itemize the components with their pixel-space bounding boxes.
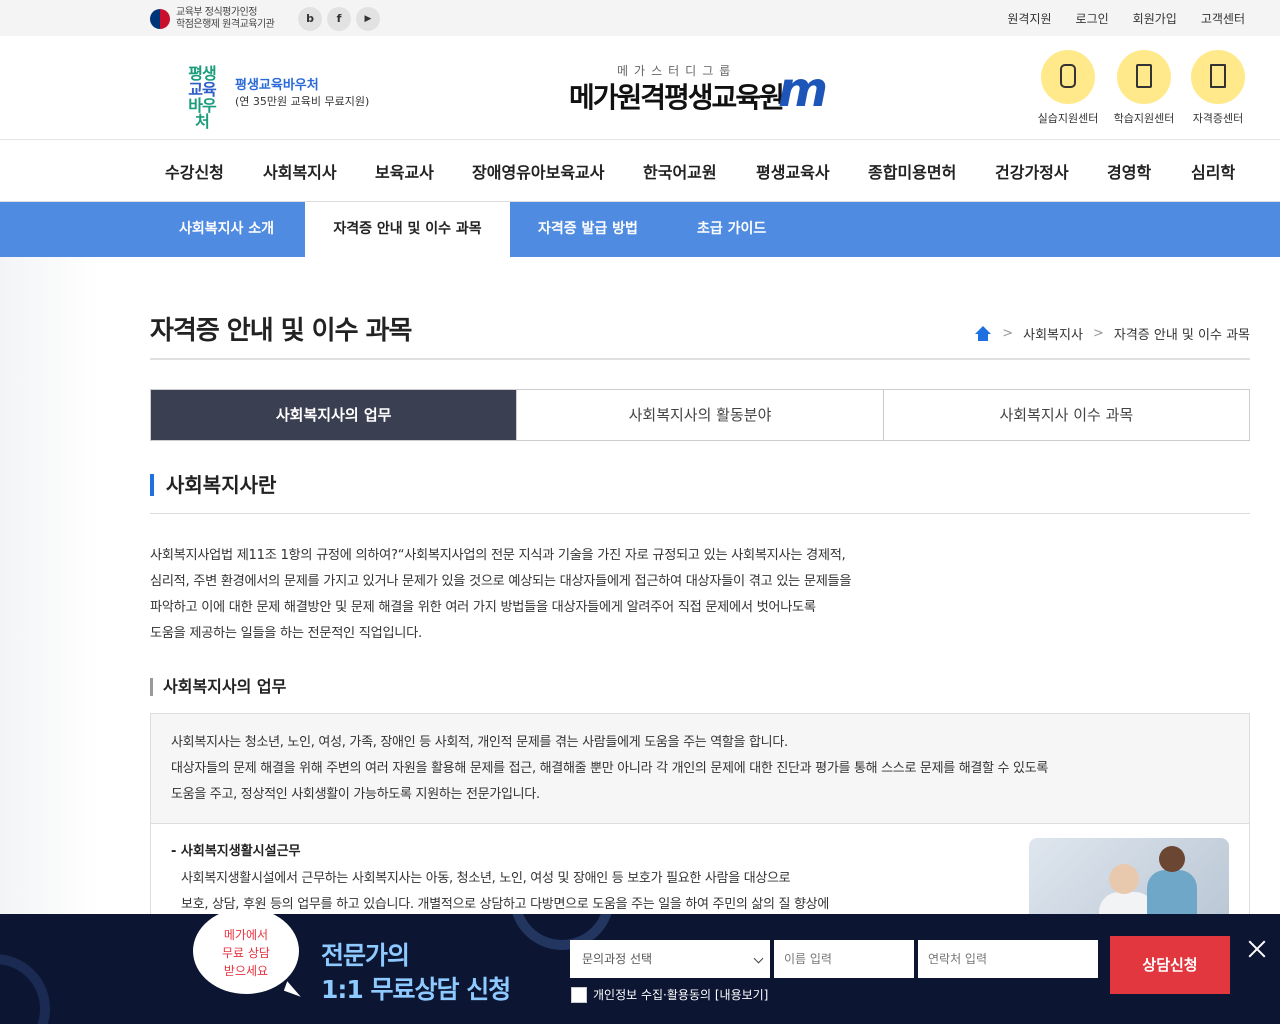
bubble-line: 무료 상담 — [222, 946, 270, 960]
duties-summary: 사회복지사는 청소년, 노인, 여성, 가족, 장애인 등 사회적, 개인적 문… — [151, 714, 1249, 824]
subnav-item-intro[interactable]: 사회복지사 소개 — [151, 202, 302, 257]
gnb-item-lifelong-educator[interactable]: 평생교육사 — [756, 159, 830, 183]
divider — [150, 513, 1250, 514]
intro-line: 심리적, 주변 환경에서의 문제를 가지고 있거나 문제가 있을 것으로 예상되… — [150, 574, 852, 589]
page-title: 자격증 안내 및 이수 과목 — [150, 316, 412, 346]
chevron-down-icon — [753, 953, 764, 964]
blog-icon[interactable]: b — [298, 7, 322, 31]
gnb-item-social-worker[interactable]: 사회복지사 — [263, 159, 337, 183]
decorative-arc — [0, 954, 50, 1024]
voucher-subtitle: (연 35만원 교육비 무료지원) — [235, 95, 370, 108]
gnb-item-enroll[interactable]: 수강신청 — [165, 159, 224, 183]
subnav-item-certificate-info[interactable]: 자격증 안내 및 이수 과목 — [305, 202, 510, 257]
speech-bubble: 메가에서 무료 상담 받으세요 — [193, 914, 299, 994]
summary-line: 도움을 주고, 정상적인 사회생활이 가능하도록 지원하는 전문가입니다. — [171, 787, 540, 802]
study-support-button[interactable]: 학습지원센터 — [1114, 50, 1174, 126]
tab-courses[interactable]: 사회복지사 이수 과목 — [884, 390, 1249, 440]
sub-navigation: 사회복지사 소개 자격증 안내 및 이수 과목 자격증 발급 방법 초급 가이드 — [0, 202, 1280, 257]
bubble-line: 받으세요 — [223, 964, 269, 978]
gnb-item-beauty-license[interactable]: 종합미용면허 — [868, 159, 956, 183]
breadcrumb-item[interactable]: 사회복지사 — [1023, 324, 1083, 343]
intro-line: 사회복지사업법 제11조 1항의 규정에 의하여?“사회복지사업의 전문 지식과… — [150, 548, 846, 563]
chevron-right-icon: > — [1002, 326, 1014, 341]
course-select-value: 문의과정 선택 — [582, 952, 653, 966]
government-emblem-icon — [150, 9, 170, 29]
breadcrumb-item[interactable]: 자격증 안내 및 이수 과목 — [1114, 324, 1250, 343]
summary-line: 사회복지사는 청소년, 노인, 여성, 가족, 장애인 등 사회적, 개인적 문… — [171, 735, 788, 750]
brand-mark-icon[interactable]: m — [778, 64, 830, 116]
facebook-icon[interactable]: f — [327, 7, 351, 31]
gnb-item-business[interactable]: 경영학 — [1107, 159, 1151, 183]
sub-heading: 사회복지사의 업무 — [150, 678, 286, 696]
name-input[interactable] — [774, 940, 914, 978]
customer-center-link[interactable]: 고객센터 — [1201, 10, 1245, 27]
notebook-icon — [1117, 50, 1171, 104]
subnav-item-guide[interactable]: 초급 가이드 — [669, 202, 794, 257]
background-decoration — [0, 257, 100, 917]
consult-submit-button[interactable]: 상담신청 — [1110, 936, 1230, 994]
agree-label[interactable]: 개인정보 수집·활용동의 [내용보기] — [593, 986, 768, 1003]
close-icon[interactable] — [1248, 940, 1266, 958]
tab-duties[interactable]: 사회복지사의 업무 — [151, 390, 518, 440]
brand-logo[interactable]: 메가원격평생교육원 — [569, 76, 785, 116]
chevron-right-icon: > — [1092, 326, 1104, 341]
top-links: 원격지원 로그인 회원가입 고객센터 — [1007, 10, 1245, 27]
phone-input[interactable] — [918, 940, 1098, 978]
certificate-center-button[interactable]: 자격증센터 — [1190, 50, 1246, 126]
gnb-item-special-childcare[interactable]: 장애영유아보육교사 — [472, 159, 604, 183]
item-title: - 사회복지생활시설근무 — [171, 844, 301, 859]
voucher-logo-text: 바우처 — [188, 96, 216, 131]
accreditation-line: 학점은행제 원격교육기관 — [176, 19, 275, 30]
intro-paragraph: 사회복지사업법 제11조 1항의 규정에 의하여?“사회복지사업의 전문 지식과… — [150, 543, 890, 647]
voucher-title[interactable]: 평생교육바우처 — [235, 74, 319, 93]
main-navigation: 수강신청 사회복지사 보육교사 장애영유아보육교사 한국어교원 평생교육사 종합… — [0, 140, 1280, 202]
breadcrumb: > 사회복지사 > 자격증 안내 및 이수 과목 — [974, 324, 1250, 343]
remote-support-link[interactable]: 원격지원 — [1007, 10, 1051, 27]
item-body: 사회복지생활시설에서 근무하는 사회복지사는 아동, 청소년, 노인, 여성 및… — [181, 866, 871, 918]
intro-line: 파악하고 이에 대한 문제 해결방안 및 문제 해결을 위한 여러 가지 방법들… — [150, 600, 816, 615]
certificate-icon — [1191, 50, 1245, 104]
gnb-item-korean-teacher[interactable]: 한국어교원 — [643, 159, 717, 183]
util-label: 학습지원센터 — [1113, 112, 1175, 125]
bubble-line: 메가에서 — [223, 928, 269, 942]
tab-fields[interactable]: 사회복지사의 활동분야 — [517, 390, 884, 440]
duties-box: 사회복지사는 청소년, 노인, 여성, 가족, 장애인 등 사회적, 개인적 문… — [150, 713, 1250, 933]
youtube-icon[interactable]: ▶ — [356, 7, 380, 31]
content-tabs: 사회복지사의 업무 사회복지사의 활동분야 사회복지사 이수 과목 — [150, 389, 1250, 441]
intro-line: 도움을 제공하는 일들을 하는 전문적인 직업입니다. — [150, 626, 422, 641]
privacy-agree[interactable]: 개인정보 수집·활용동의 [내용보기] — [571, 986, 768, 1003]
signup-link[interactable]: 회원가입 — [1133, 10, 1177, 27]
subnav-item-issuance[interactable]: 자격증 발급 방법 — [510, 202, 666, 257]
section-heading: 사회복지사란 — [150, 474, 276, 496]
voucher-logo[interactable]: 평생 교육 바우처 — [182, 66, 222, 130]
course-select[interactable]: 문의과정 선택 — [570, 940, 770, 978]
site-header: 평생 교육 바우처 평생교육바우처 (연 35만원 교육비 무료지원) 메가스터… — [0, 36, 1280, 140]
agree-checkbox[interactable] — [571, 986, 587, 1003]
gnb-item-childcare-teacher[interactable]: 보육교사 — [375, 159, 434, 183]
top-bar: 교육부 정식평가인정 학점은행제 원격교육기관 b f ▶ 원격지원 로그인 회… — [0, 0, 1280, 36]
practice-support-button[interactable]: 실습지원센터 — [1038, 50, 1098, 126]
util-label: 실습지원센터 — [1037, 112, 1099, 125]
gnb-item-psychology[interactable]: 심리학 — [1191, 159, 1235, 183]
cta-headline: 전문가의 — [321, 941, 410, 970]
cta-headline: 1:1 무료상담 신청 — [321, 975, 511, 1004]
consult-bar: 메가에서 무료 상담 받으세요 전문가의 1:1 무료상담 신청 문의과정 선택… — [0, 914, 1280, 1024]
gnb-item-family-health[interactable]: 건강가정사 — [995, 159, 1069, 183]
util-label: 자격증센터 — [1192, 112, 1244, 125]
accreditation-line: 교육부 정식평가인정 — [176, 7, 257, 18]
summary-line: 대상자들의 문제 해결을 위해 주변의 여러 자원을 활용해 문제를 접근, 해… — [171, 761, 1049, 776]
login-link[interactable]: 로그인 — [1076, 10, 1109, 27]
divider — [150, 358, 1250, 360]
mouse-icon — [1041, 50, 1095, 104]
item-line: 사회복지생활시설에서 근무하는 사회복지사는 아동, 청소년, 노인, 여성 및… — [181, 871, 791, 886]
accreditation-text: 교육부 정식평가인정 학점은행제 원격교육기관 — [176, 7, 275, 31]
home-icon[interactable] — [974, 325, 992, 342]
